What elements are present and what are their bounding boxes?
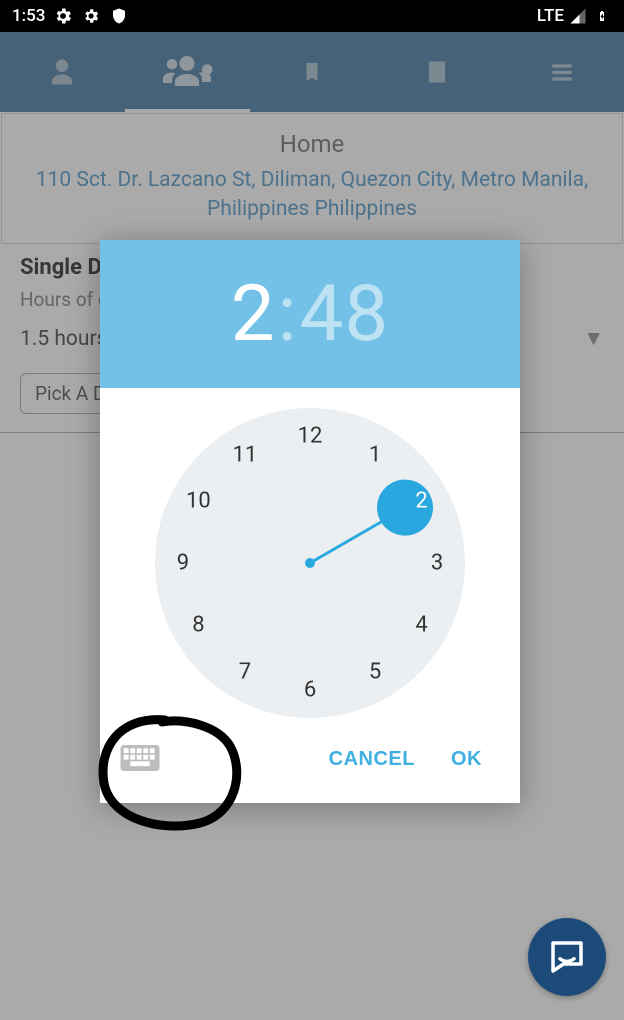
clock-num-6[interactable]: 6: [304, 678, 316, 703]
network-label: LTE: [537, 6, 564, 26]
clock-center: [305, 558, 315, 568]
clock-hand: [309, 507, 406, 565]
clock-face[interactable]: 12 1 2 3 4 5 6 7 8 9 10 11: [155, 408, 465, 718]
clock-num-1[interactable]: 1: [369, 442, 381, 467]
clock-num-10[interactable]: 10: [186, 489, 211, 514]
time-minute[interactable]: 48: [300, 269, 390, 360]
cancel-button[interactable]: CANCEL: [311, 738, 433, 781]
battery-charging-icon: [592, 6, 612, 26]
keyboard-input-button[interactable]: [120, 745, 160, 775]
gear-small-icon: [81, 6, 101, 26]
time-hour[interactable]: 2: [231, 269, 276, 360]
time-picker-dialog: 2:48 12 1 2 3 4 5 6 7 8 9 10 11 CANCEL O…: [100, 240, 520, 803]
clock-num-3[interactable]: 3: [431, 551, 443, 576]
ok-button[interactable]: OK: [433, 738, 500, 781]
status-bar: 1:53 LTE: [0, 0, 624, 32]
shield-icon: [109, 6, 129, 26]
clock-num-8[interactable]: 8: [192, 613, 204, 638]
clock-num-2[interactable]: 2: [415, 489, 427, 514]
gear-icon: [53, 6, 73, 26]
clock-num-4[interactable]: 4: [415, 613, 427, 638]
status-time: 1:53: [12, 6, 45, 26]
clock-num-9[interactable]: 9: [177, 551, 189, 576]
time-colon: :: [278, 269, 298, 360]
clock-num-12[interactable]: 12: [298, 423, 323, 448]
signal-icon: [568, 6, 588, 26]
clock-num-5[interactable]: 5: [369, 659, 381, 684]
chat-fab[interactable]: [528, 918, 606, 996]
clock-num-11[interactable]: 11: [233, 442, 258, 467]
clock-num-7[interactable]: 7: [239, 659, 251, 684]
time-display-header: 2:48: [100, 240, 520, 388]
